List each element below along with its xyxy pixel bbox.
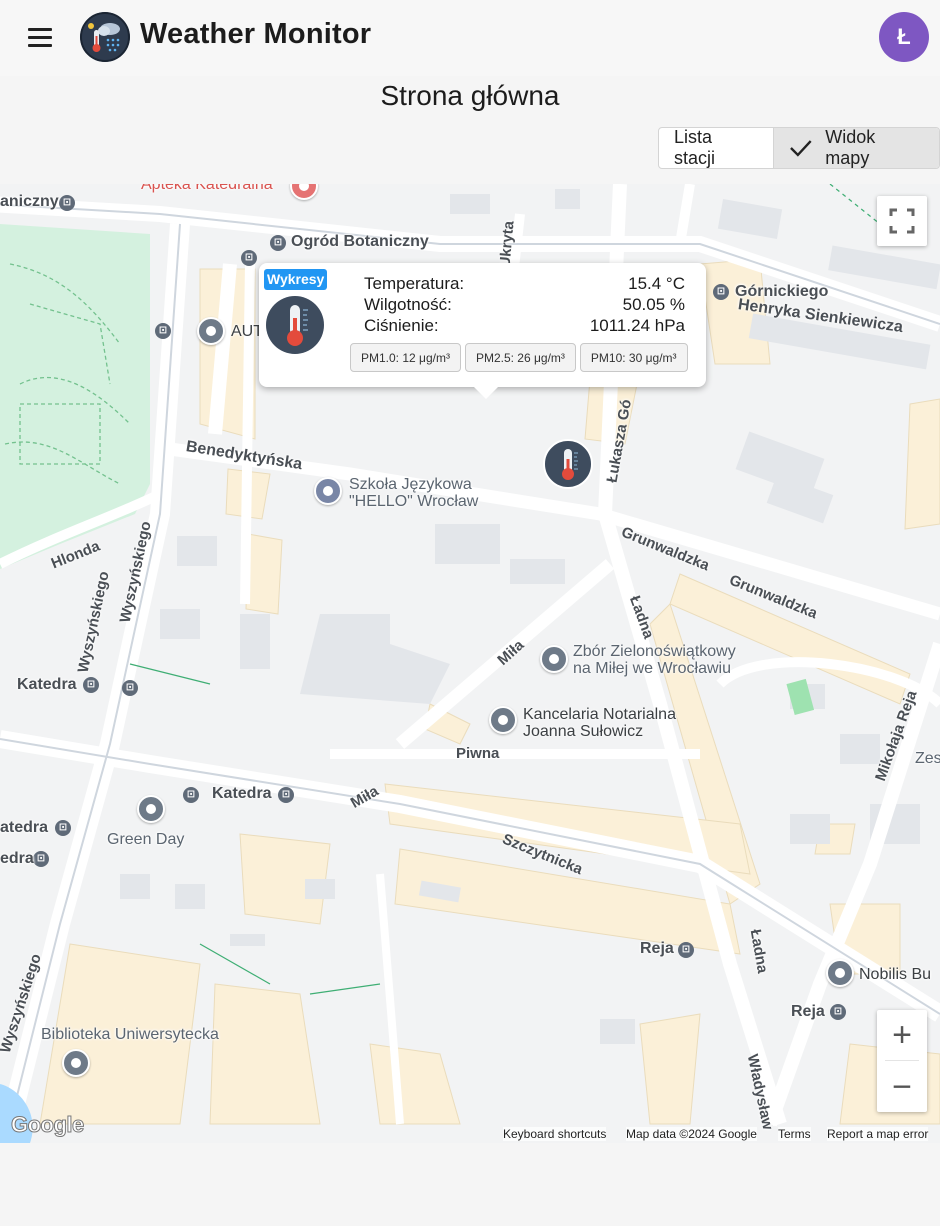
tram-stop-icon: ⊡ [278,787,294,803]
map-label-szkola: Szkoła Językowa "HELLO" Wrocław [349,476,479,510]
tram-stop-icon: ⊡ [713,284,729,300]
charts-button[interactable]: Wykresy [264,269,328,290]
tram-stop-icon: ⊡ [270,235,286,251]
station-info-popup: Wykresy Temperatura: 15.4 °C Wilgotność:… [259,263,706,399]
avatar[interactable]: Ł [879,12,929,62]
tram-stop-icon: ⊡ [241,250,257,266]
tram-stop-icon: ⊡ [122,680,138,696]
page-footer-area [0,1143,940,1226]
keyboard-shortcuts-link[interactable]: Keyboard shortcuts [503,1127,607,1141]
app-bar: Weather Monitor Ł [0,0,940,76]
church-pin-icon[interactable] [540,645,568,673]
report-error-link[interactable]: Report a map error [827,1127,929,1141]
terms-link[interactable]: Terms [778,1127,811,1141]
map-label-katedra-3: atedra [0,819,49,836]
place-pin-icon[interactable] [826,959,854,987]
humidity-row: Wilgotność: 50.05 % [364,295,685,315]
humidity-value: 50.05 % [622,295,685,314]
map-label-ogrod: Ogród Botaniczny [291,233,429,250]
tram-stop-icon: ⊡ [678,942,694,958]
hamburger-menu-icon[interactable] [22,22,58,54]
map-view-label: Widok mapy [825,127,876,168]
map-label-reja-2: Reja [791,1003,825,1020]
school-pin-icon[interactable] [314,477,342,505]
map-label-katedra-2: Katedra [212,785,272,802]
street-piwna: Piwna [456,745,500,762]
pm25-chip[interactable]: PM2.5: 26 μg/m³ [464,343,576,372]
fullscreen-icon[interactable] [877,196,927,246]
tram-stop-icon: ⊡ [830,1004,846,1020]
weather-station-marker[interactable] [543,439,593,489]
view-toggle: Lista stacji Widok mapy [658,127,940,169]
place-pin-icon[interactable] [197,317,225,345]
temperature-label: Temperatura: [364,274,465,293]
pressure-label: Ciśnienie: [364,316,439,335]
page-title: Strona główna [380,80,560,111]
map-label-zbor: Zbór Zielonoświątkowy na Miłej we Wrocła… [573,643,736,677]
google-logo[interactable]: Google [11,1112,85,1138]
place-pin-icon[interactable] [137,795,165,823]
pressure-row: Ciśnienie: 1011.24 hPa [364,316,685,336]
thermometer-icon [266,296,324,354]
tram-stop-icon: ⊡ [59,195,75,211]
weather-logo-icon [80,12,130,62]
map-label-katedra-4: edra [0,850,34,867]
map-label-zes: Zes [915,750,940,767]
temperature-row: Temperatura: 15.4 °C [364,274,685,294]
app-title: Weather Monitor [140,18,372,50]
map-view-button[interactable]: Widok mapy [773,127,939,168]
tram-stop-icon: ⊡ [55,820,71,836]
pm10-chip[interactable]: PM10: 30 μg/m³ [579,343,688,372]
list-view-button[interactable]: Lista stacji [659,128,774,168]
pm1-chip[interactable]: PM1.0: 12 μg/m³ [350,343,461,372]
zoom-divider [885,1060,919,1061]
pressure-value: 1011.24 hPa [589,316,685,335]
list-view-label: Lista stacji [674,127,716,168]
map-label-aniczny: aniczny [0,193,59,210]
zoom-control: + − [877,1010,927,1112]
tram-stop-icon: ⊡ [83,677,99,693]
zoom-out-button[interactable]: − [877,1062,927,1112]
humidity-label: Wilgotność: [364,295,452,314]
map-label-biblioteka: Biblioteka Uniwersytecka [41,1026,219,1043]
map-view[interactable]: ⊡ ⊡ ⊡ ⊡ ⊡ ⊡ ⊡ ⊡ ⊡ ⊡ ⊡ ⊡ ⊡ Apteka Katedra… [0,184,940,1143]
place-pin-icon[interactable] [489,706,517,734]
map-label-apteka: Apteka Katedralna [141,184,273,193]
map-label-kancelaria: Kancelaria Notarialna Joanna Sułowicz [523,706,676,740]
zoom-in-button[interactable]: + [877,1010,927,1060]
check-icon [789,140,812,157]
library-pin-icon[interactable] [62,1049,90,1077]
map-label-green-day: Green Day [107,831,185,848]
map-label-nobilis: Nobilis Bu [859,966,932,983]
thermometer-icon [562,449,578,480]
tram-stop-icon: ⊡ [155,323,171,339]
temperature-value: 15.4 °C [628,274,685,293]
map-label-katedra-1: Katedra [17,676,77,693]
map-data-text: Map data ©2024 Google [626,1127,757,1141]
map-label-reja-1: Reja [640,940,674,957]
pm-chips: PM1.0: 12 μg/m³ PM2.5: 26 μg/m³ PM10: 30… [350,343,692,372]
tram-stop-icon: ⊡ [183,787,199,803]
tram-stop-icon: ⊡ [33,851,49,867]
